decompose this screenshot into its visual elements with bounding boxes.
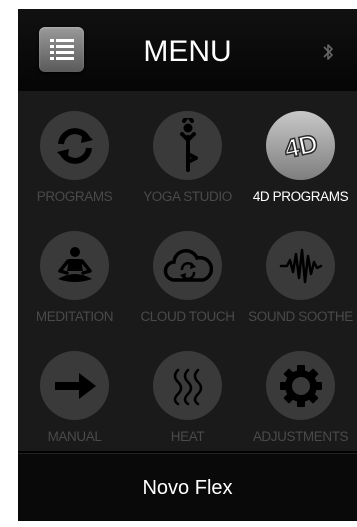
heat-waves-icon <box>173 368 202 405</box>
sound-soothe-label: SOUND SOOTHE <box>248 309 353 324</box>
footer-bar: Novo Flex <box>18 453 357 521</box>
app-screen: MENU PROGRAMS YOGA STUDIO 4D 4D PROGRAMS… <box>18 9 357 521</box>
menu-item-manual[interactable]: MANUAL <box>18 331 131 451</box>
yoga-studio-label: YOGA STUDIO <box>143 189 232 204</box>
meditation-button[interactable] <box>40 231 109 300</box>
refresh-icon <box>56 127 93 164</box>
4d-programs-button[interactable]: 4D <box>266 111 335 180</box>
header-bar: MENU <box>18 9 357 91</box>
cloud-touch-label: CLOUD TOUCH <box>140 309 235 324</box>
page-title: MENU <box>143 35 232 68</box>
4d-icon: 4D <box>280 127 320 165</box>
cloud-sync-icon <box>163 248 213 282</box>
4d-icon-text: 4D <box>281 127 320 163</box>
menu-item-sound-soothe[interactable]: SOUND SOOTHE <box>244 211 357 331</box>
programs-button[interactable] <box>40 111 109 180</box>
cloud-touch-button[interactable] <box>153 231 222 300</box>
4d-programs-label: 4D PROGRAMS <box>252 189 349 204</box>
programs-label: PROGRAMS <box>36 189 113 204</box>
heat-label: HEAT <box>170 429 205 444</box>
menu-item-cloud-touch[interactable]: CLOUD TOUCH <box>131 211 244 331</box>
menu-item-yoga-studio[interactable]: YOGA STUDIO <box>131 91 244 211</box>
device-name: Novo Flex <box>142 477 233 499</box>
bluetooth-icon <box>323 44 333 60</box>
menu-item-meditation[interactable]: MEDITATION <box>18 211 131 331</box>
menu-item-adjustments[interactable]: ADJUSTMENTS <box>244 331 357 451</box>
adjustments-label: ADJUSTMENTS <box>252 429 349 444</box>
sound-soothe-button[interactable] <box>266 231 335 300</box>
arrow-right-icon <box>54 372 96 399</box>
heat-button[interactable] <box>153 351 222 420</box>
sound-wave-icon <box>279 248 322 283</box>
manual-label: MANUAL <box>47 429 102 444</box>
menu-item-programs[interactable]: PROGRAMS <box>18 91 131 211</box>
menu-item-4d-programs[interactable]: 4D 4D PROGRAMS <box>244 91 357 211</box>
meditation-icon <box>57 246 92 282</box>
menu-grid: PROGRAMS YOGA STUDIO 4D 4D PROGRAMS MEDI… <box>18 91 357 451</box>
yoga-pose-icon <box>179 117 198 172</box>
adjustments-button[interactable] <box>266 351 335 420</box>
yoga-studio-button[interactable] <box>153 111 222 180</box>
manual-button[interactable] <box>40 351 109 420</box>
menu-item-heat[interactable]: HEAT <box>131 331 244 451</box>
meditation-label: MEDITATION <box>35 309 114 324</box>
gear-icon <box>279 364 322 407</box>
